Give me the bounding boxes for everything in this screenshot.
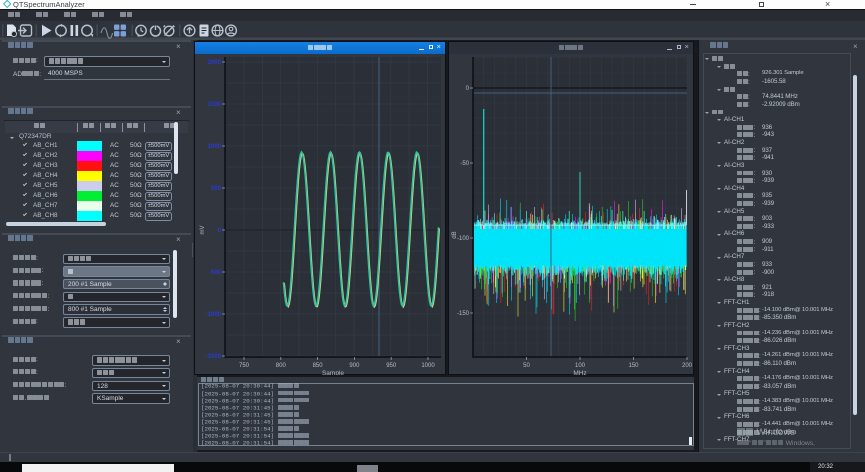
svg-text:-50: -50 <box>460 161 469 167</box>
svg-text:2000: 2000 <box>208 60 222 66</box>
svg-text:1000: 1000 <box>421 363 435 369</box>
svg-text:1500: 1500 <box>208 102 222 108</box>
svg-text:-100: -100 <box>457 236 470 242</box>
svg-text:950: 950 <box>386 363 397 369</box>
svg-text:mV: mV <box>200 226 206 235</box>
svg-text:Sample: Sample <box>322 370 344 375</box>
svg-text:200: 200 <box>682 363 693 369</box>
svg-text:150: 150 <box>628 363 639 369</box>
svg-text:-1000: -1000 <box>206 312 222 318</box>
svg-text:-500: -500 <box>209 270 222 276</box>
svg-text:1000: 1000 <box>208 144 222 150</box>
svg-text:-150: -150 <box>457 311 470 317</box>
svg-text:50: 50 <box>523 363 530 369</box>
svg-text:100: 100 <box>575 363 586 369</box>
svg-text:750: 750 <box>239 363 250 369</box>
svg-text:0: 0 <box>466 86 470 92</box>
svg-text:MHz: MHz <box>573 370 586 375</box>
svg-text:0: 0 <box>218 228 222 234</box>
svg-text:dB: dB <box>452 231 458 238</box>
svg-text:-1500: -1500 <box>206 354 222 360</box>
svg-text:500: 500 <box>211 186 222 192</box>
svg-text:900: 900 <box>349 363 360 369</box>
svg-text:800: 800 <box>276 363 287 369</box>
svg-text:850: 850 <box>313 363 324 369</box>
